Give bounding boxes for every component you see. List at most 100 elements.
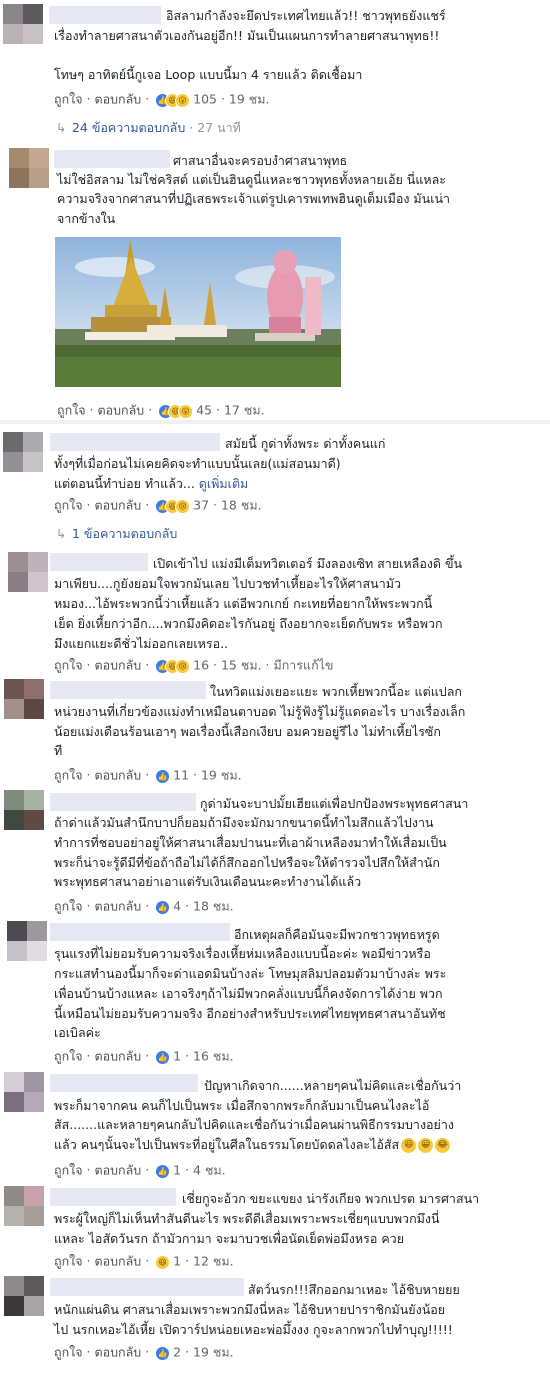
reaction-count[interactable]: 37: [193, 498, 209, 513]
commenter-name-blurred[interactable]: [50, 553, 148, 571]
avatar[interactable]: [3, 432, 43, 472]
commenter-name-blurred[interactable]: [54, 150, 170, 168]
reaction-count[interactable]: 4: [173, 899, 181, 914]
avatar[interactable]: [8, 552, 48, 592]
reply-link[interactable]: ตอบกลับ: [95, 1345, 142, 1360]
comment-time[interactable]: 17 ชม.: [224, 403, 265, 418]
comment-actions: ถูกใจ · ตอบกลับ · 👍 1 · 16 ชม.: [54, 1048, 234, 1065]
reply-link[interactable]: ตอบกลับ: [98, 403, 145, 418]
replies-time: 27 นาที: [197, 120, 241, 135]
comment-text-line: ที: [54, 743, 63, 758]
comment-text-line: สมัยนี้ กูด่าทั้งพระ ด่าทั้งคนแก่: [225, 436, 386, 451]
avatar[interactable]: [4, 1276, 44, 1316]
comment-time[interactable]: 18 ชม.: [221, 498, 262, 513]
comment-time[interactable]: 18 ชม.: [193, 899, 234, 914]
avatar[interactable]: [4, 1072, 44, 1112]
commenter-name-blurred[interactable]: [50, 1074, 198, 1092]
reaction-count[interactable]: 45: [196, 403, 212, 418]
comment-text-line: ศาสนาอื่นจะครอบงำศาสนาพุทธ: [173, 153, 348, 168]
reaction-count[interactable]: 11: [173, 768, 189, 783]
comment-text-line: กูด่ามันจะบาปมั้ยเฮียแต่เพื่อปกป้องพระพุ…: [200, 796, 469, 811]
reaction-icons[interactable]: 👍 😆 😮: [158, 403, 194, 419]
avatar[interactable]: [9, 148, 49, 188]
like-link[interactable]: ถูกใจ: [54, 1345, 83, 1360]
reaction-icons[interactable]: 😆: [155, 1254, 171, 1270]
like-link[interactable]: ถูกใจ: [57, 403, 86, 418]
comment-text-line: เอเบิลค่ะ: [54, 1025, 101, 1040]
reply-link[interactable]: ตอบกลับ: [95, 658, 142, 673]
comment-text-line: อีกเหตุผลก็คือมันจะมีพวกชาวพุทธหรูด: [234, 927, 440, 942]
reaction-count[interactable]: 105: [193, 92, 217, 107]
comment-text-line: พระผู้ใหญ่ก็ไม่เห็นทำสันดีนะไร พระดีดีเส…: [54, 1211, 440, 1226]
see-more-link[interactable]: ดูเพิ่มเติม: [199, 476, 249, 491]
avatar[interactable]: [4, 1186, 44, 1226]
comment-time[interactable]: 19 ชม.: [193, 1345, 234, 1360]
avatar[interactable]: [3, 4, 43, 44]
reply-link[interactable]: ตอบกลับ: [95, 899, 142, 914]
like-link[interactable]: ถูกใจ: [54, 768, 83, 783]
avatar[interactable]: [4, 679, 44, 719]
view-replies[interactable]: ↳ 1 ข้อความตอบกลับ: [56, 524, 177, 544]
like-link[interactable]: ถูกใจ: [54, 92, 83, 107]
like-link[interactable]: ถูกใจ: [54, 498, 83, 513]
comment-time[interactable]: 12 ชม.: [193, 1254, 234, 1269]
comment-time[interactable]: 4 ชม.: [193, 1163, 226, 1178]
comment-text-line: ไป นรกเหอะไอ้เหี้ย เปิดวาร์ปหน่อยเหอะพ่อ…: [54, 1322, 453, 1337]
image-seam: [0, 420, 550, 424]
commenter-name-blurred[interactable]: [49, 6, 161, 24]
commenter-name-blurred[interactable]: [50, 793, 196, 811]
avatar[interactable]: [4, 790, 44, 830]
comment-time[interactable]: 19 ชม.: [229, 92, 270, 107]
reaction-count[interactable]: 1: [173, 1163, 181, 1178]
reply-link[interactable]: ตอบกลับ: [95, 1163, 142, 1178]
commenter-name-blurred[interactable]: [50, 433, 220, 451]
commenter-name-blurred[interactable]: [50, 681, 206, 699]
reaction-icons[interactable]: 👍 😆 😮: [155, 92, 191, 108]
comment-text-line: ปัญหาเกิดจาก......หลายๆคนไม่คิดและเชื่อก…: [204, 1078, 462, 1093]
reply-link[interactable]: ตอบกลับ: [95, 768, 142, 783]
comment-text-line: ในทวิตแม่งเยอะแยะ พวกเหี้ยพวกนี้อะ แต่แป…: [210, 684, 462, 699]
comment-text-line: จากข้างใน: [57, 211, 116, 226]
reaction-count[interactable]: 16: [193, 658, 209, 673]
reaction-icons[interactable]: 👍: [155, 1345, 171, 1361]
attached-photo-temple[interactable]: [55, 237, 341, 387]
replies-count[interactable]: 24 ข้อความตอบกลับ: [72, 120, 185, 135]
reaction-count[interactable]: 2: [173, 1345, 181, 1360]
comment-actions: ถูกใจ · ตอบกลับ · 👍 11 · 19 ชม.: [54, 767, 242, 784]
comment-time[interactable]: 19 ชม.: [201, 768, 242, 783]
replies-count[interactable]: 1 ข้อความตอบกลับ: [72, 526, 177, 541]
reply-link[interactable]: ตอบกลับ: [95, 498, 142, 513]
comment-text-line: ถ้าด่าแล้วมันสำนึกบาปก็ยอมถ้ามึงจะมักมาก…: [54, 815, 434, 830]
like-link[interactable]: ถูกใจ: [54, 1163, 83, 1178]
comment-text-line: เรื่องทำลายศาสนาตัวเองกันอยู่อีก!! มันเป…: [54, 28, 440, 43]
like-link[interactable]: ถูกใจ: [54, 1254, 83, 1269]
commenter-name-blurred[interactable]: [50, 1188, 176, 1206]
like-link[interactable]: ถูกใจ: [54, 899, 83, 914]
like-link[interactable]: ถูกใจ: [54, 1049, 83, 1064]
comment-text-line: หมอง...ไอ้พระพวกนี้ว่าเหี้ยแล้ว แต่อีพวก…: [54, 596, 433, 611]
comment-time[interactable]: 15 ชม.: [221, 658, 262, 673]
reaction-icons[interactable]: 👍: [155, 768, 171, 784]
sad-reaction-icon: 😢: [175, 658, 191, 674]
commenter-name-blurred[interactable]: [50, 1278, 244, 1296]
comment-time[interactable]: 16 ชม.: [193, 1049, 234, 1064]
laughing-emoji-icon: 😆: [401, 1138, 417, 1153]
reply-link[interactable]: ตอบกลับ: [95, 92, 142, 107]
reaction-count[interactable]: 1: [173, 1254, 181, 1269]
commenter-name-blurred[interactable]: [50, 923, 230, 941]
comment-actions: ถูกใจ · ตอบกลับ · 👍 😆 😢 16 · 15 ชม. · มีกา…: [54, 657, 334, 674]
reaction-icons[interactable]: 👍: [155, 899, 171, 915]
edited-label[interactable]: มีการแก้ไข: [273, 658, 333, 673]
reaction-count[interactable]: 1: [173, 1049, 181, 1064]
avatar[interactable]: [7, 921, 47, 961]
reply-link[interactable]: ตอบกลับ: [95, 1049, 142, 1064]
reaction-icons[interactable]: 👍 😆 😢: [155, 658, 191, 674]
reaction-icons[interactable]: 👍: [155, 1163, 171, 1179]
reply-link[interactable]: ตอบกลับ: [95, 1254, 142, 1269]
comment-text-line: รุนแรงที่ไม่ยอมรับความจริงเรื่องเหี้ยห่ม…: [54, 946, 431, 961]
view-replies[interactable]: ↳ 24 ข้อความตอบกลับ · 27 นาที: [56, 118, 241, 138]
like-link[interactable]: ถูกใจ: [54, 658, 83, 673]
reaction-icons[interactable]: 👍: [155, 1049, 171, 1065]
reaction-icons[interactable]: 👍 😆 😢: [155, 498, 191, 514]
reply-arrow-icon: ↳: [56, 526, 67, 541]
